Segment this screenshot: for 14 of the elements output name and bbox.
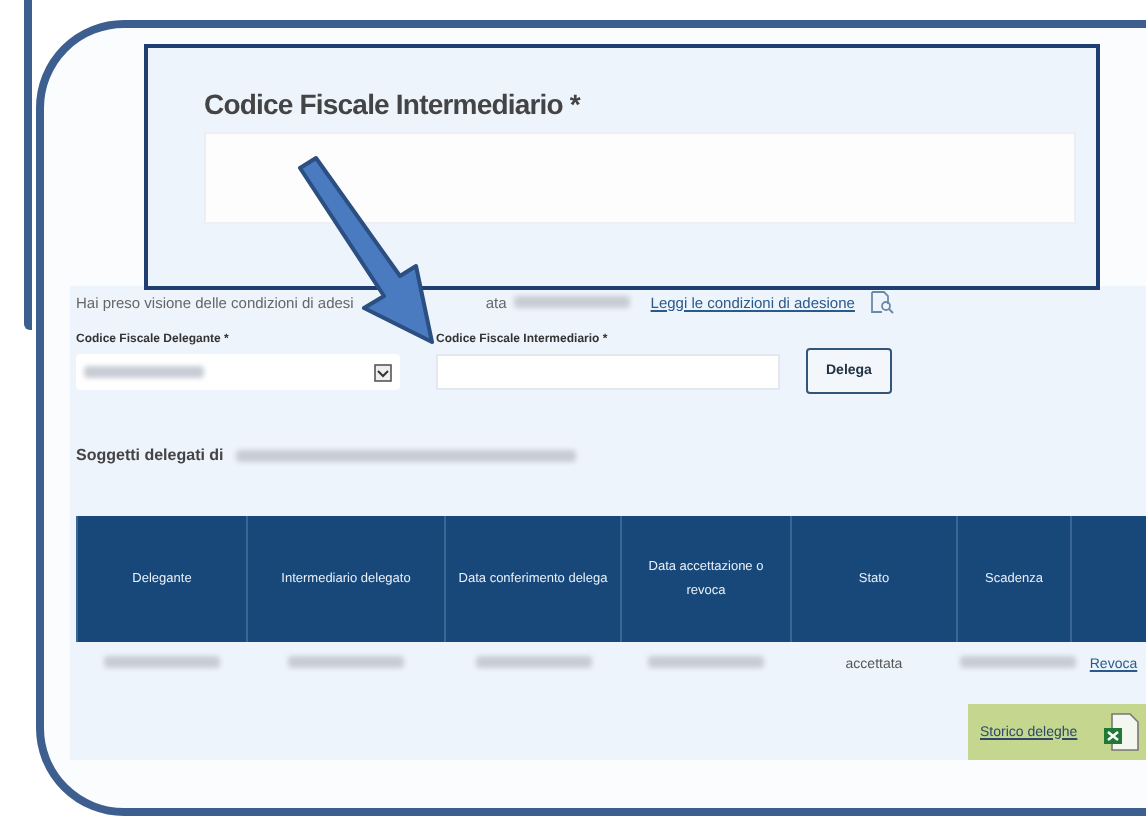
column-header	[1071, 516, 1146, 642]
spreadsheet-icon	[1102, 712, 1142, 752]
section-heading: Soggetti delegati di	[76, 446, 224, 464]
intermediario-input[interactable]	[436, 354, 780, 390]
delegante-select[interactable]	[76, 354, 400, 390]
blurred-text	[475, 656, 591, 668]
blurred-text	[514, 296, 631, 308]
document-search-icon[interactable]	[870, 290, 895, 314]
blurred-text	[288, 656, 404, 668]
blurred-text	[648, 656, 764, 668]
dropdown-icon	[374, 363, 392, 381]
field-label: Codice Fiscale Intermediario *	[204, 88, 583, 120]
blurred-text	[959, 656, 1075, 668]
blurred-text	[104, 656, 220, 668]
